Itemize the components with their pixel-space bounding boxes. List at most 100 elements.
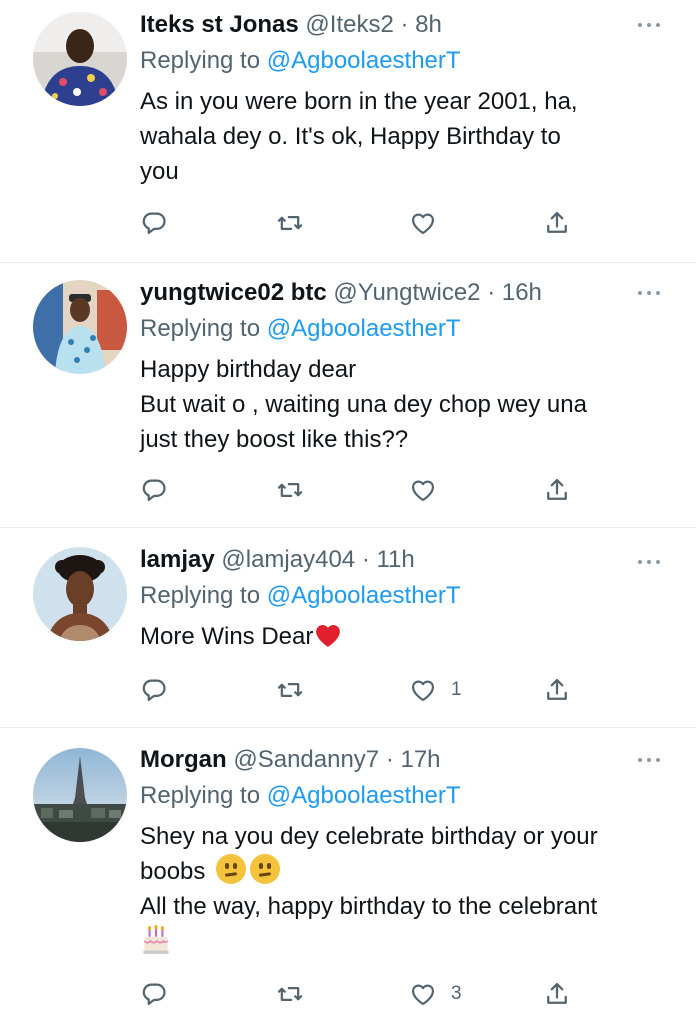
more-icon[interactable]	[638, 559, 660, 565]
reply-tweet[interactable]: lamjay @lamjay404 · 11h Replying to @Agb…	[0, 528, 696, 728]
replying-to: Replying to @AgboolaestherT	[140, 581, 670, 611]
avatar[interactable]	[33, 748, 127, 842]
replying-to-link[interactable]: @AgboolaestherT	[267, 782, 461, 809]
share-button[interactable]	[543, 675, 571, 705]
share-button[interactable]	[543, 979, 571, 1009]
tweet-text: Happy birthday dear But wait o , waiting…	[140, 352, 670, 457]
tweet-actions: 3	[0, 979, 696, 1009]
replying-to: Replying to @AgboolaestherT	[140, 781, 670, 811]
heart-icon	[411, 213, 435, 235]
retweet-button[interactable]	[276, 208, 304, 238]
replying-prefix: Replying to	[140, 47, 261, 74]
replying-prefix: Replying to	[140, 582, 261, 609]
replying-prefix: Replying to	[140, 782, 261, 809]
timestamp[interactable]: · 8h	[401, 11, 442, 38]
tweet-text-line: Happy birthday dear	[140, 356, 357, 383]
share-icon	[547, 211, 567, 233]
more-icon[interactable]	[638, 22, 660, 28]
username[interactable]: @Sandanny7	[233, 746, 379, 773]
tweet-actions: 1	[0, 675, 696, 705]
tweet-text-line: you	[140, 158, 179, 185]
tweet-actions	[0, 475, 696, 505]
replying-to-link[interactable]: @AgboolaestherT	[267, 47, 461, 74]
reply-tweet[interactable]: Iteks st Jonas @Iteks2 · 8h Replying to …	[0, 0, 696, 263]
reply-button[interactable]	[140, 208, 168, 238]
display-name[interactable]: lamjay	[140, 546, 215, 573]
tweet-text-line: As in you were born in the year 2001, ha…	[140, 88, 578, 115]
tweet-header: Iteks st Jonas @Iteks2 · 8h	[140, 10, 670, 40]
like-button[interactable]: 3	[409, 979, 462, 1009]
tweet-text-line: Shey na you dey celebrate birthday or yo…	[140, 823, 598, 850]
replying-prefix: Replying to	[140, 315, 261, 342]
retweet-button[interactable]	[276, 979, 304, 1009]
tweet-text: More Wins Dear	[140, 619, 670, 654]
like-count: 3	[451, 983, 462, 1004]
tweet-text: As in you were born in the year 2001, ha…	[140, 84, 670, 189]
tweet-text-line: just they boost like this??	[140, 426, 409, 453]
share-icon	[547, 678, 567, 700]
share-icon	[547, 982, 567, 1004]
replying-to-link[interactable]: @AgboolaestherT	[267, 315, 461, 342]
username[interactable]: @Yungtwice2	[333, 279, 480, 306]
timestamp[interactable]: · 11h	[362, 546, 415, 573]
avatar[interactable]	[33, 12, 127, 106]
reply-button[interactable]	[140, 475, 168, 505]
tweet-text-line: wahala dey o. It's ok, Happy Birthday to	[140, 123, 561, 150]
username[interactable]: @Iteks2	[305, 11, 393, 38]
tweet-text-line-text: boobs	[140, 858, 206, 885]
like-button[interactable]: 1	[409, 675, 462, 705]
replying-to: Replying to @AgboolaestherT	[140, 46, 670, 76]
retweet-icon	[277, 216, 303, 230]
tweet-text: Shey na you dey celebrate birthday or yo…	[140, 819, 670, 960]
timestamp[interactable]: · 17h	[386, 746, 441, 773]
heart-icon	[411, 480, 435, 502]
avatar[interactable]	[33, 547, 127, 641]
tweet-text-line: More Wins Dear	[140, 619, 670, 654]
reply-icon	[142, 212, 166, 235]
share-icon	[547, 478, 567, 500]
retweet-icon	[277, 483, 303, 497]
tweet-text-line: boobs	[140, 854, 670, 889]
tweet-text-line	[140, 924, 670, 960]
retweet-button[interactable]	[276, 675, 304, 705]
reply-button[interactable]	[140, 979, 168, 1009]
tweet-text-line-text: More Wins Dear	[140, 623, 314, 650]
more-icon[interactable]	[638, 757, 660, 763]
retweet-button[interactable]	[276, 475, 304, 505]
reply-icon	[142, 983, 166, 1006]
avatar[interactable]	[33, 280, 127, 374]
replying-to: Replying to @AgboolaestherT	[140, 314, 670, 344]
tweet-header: Morgan @Sandanny7 · 17h	[140, 745, 670, 775]
retweet-icon	[277, 683, 303, 697]
display-name[interactable]: Morgan	[140, 746, 227, 773]
more-icon[interactable]	[638, 290, 660, 296]
tweet-header: yungtwice02 btc @Yungtwice2 · 16h	[140, 278, 670, 308]
tweet-text-line: All the way, happy birthday to the celeb…	[140, 893, 598, 920]
reply-tweet[interactable]: yungtwice02 btc @Yungtwice2 · 16h Replyi…	[0, 263, 696, 528]
display-name[interactable]: Iteks st Jonas	[140, 11, 299, 38]
tweet-actions	[0, 208, 696, 238]
heart-icon	[411, 680, 435, 702]
reply-icon	[142, 479, 166, 502]
like-count: 1	[451, 679, 462, 700]
confused-face-emoji-icon	[216, 854, 247, 884]
replying-to-link[interactable]: @AgboolaestherT	[267, 582, 461, 609]
birthday-cake-emoji-icon	[143, 925, 169, 954]
display-name[interactable]: yungtwice02 btc	[140, 279, 327, 306]
replies-feed: Iteks st Jonas @Iteks2 · 8h Replying to …	[0, 0, 696, 1024]
tweet-header: lamjay @lamjay404 · 11h	[140, 545, 670, 575]
timestamp[interactable]: · 16h	[487, 279, 542, 306]
reply-button[interactable]	[140, 675, 168, 705]
username[interactable]: @lamjay404	[221, 546, 355, 573]
reply-icon	[142, 679, 166, 702]
red-heart-emoji-icon	[316, 625, 341, 647]
confused-face-emoji-icon	[250, 854, 281, 884]
like-button[interactable]	[409, 475, 451, 505]
share-button[interactable]	[543, 208, 571, 238]
share-button[interactable]	[543, 475, 571, 505]
reply-tweet[interactable]: Morgan @Sandanny7 · 17h Replying to @Agb…	[0, 728, 696, 1024]
retweet-icon	[277, 987, 303, 1001]
like-button[interactable]	[409, 208, 451, 238]
tweet-text-line: But wait o , waiting una dey chop wey un…	[140, 391, 587, 418]
heart-icon	[411, 984, 435, 1006]
